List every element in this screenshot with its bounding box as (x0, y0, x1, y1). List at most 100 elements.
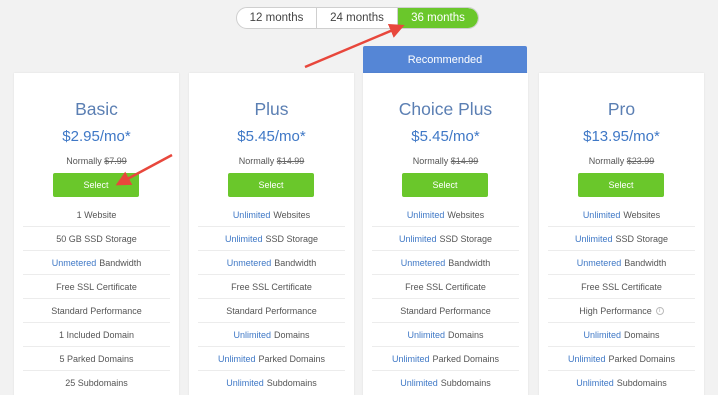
feature-item: 25 Subdomains (23, 371, 170, 395)
feature-text: 5 Parked Domains (59, 353, 134, 364)
normal-price-line: Normally $23.99 (539, 156, 704, 166)
feature-list: Unlimited Websites Unlimited SSD Storage Unm… (198, 203, 345, 395)
feature-item: Unlimited Domains (548, 323, 695, 347)
plan-price: $2.95/mo* (62, 128, 131, 145)
feature-highlight: Unlimited (567, 353, 606, 364)
plan-name: Choice Plus (398, 99, 493, 119)
feature-text: Domains (448, 329, 484, 340)
feature-item: 1 Included Domain (23, 323, 170, 347)
feature-text: Parked Domains (258, 353, 326, 364)
feature-item: Unlimited Subdomains (372, 371, 519, 395)
feature-text: Parked Domains (432, 353, 500, 364)
normal-price: $23.99 (626, 156, 655, 166)
normal-price-line: Normally $7.99 (14, 156, 179, 166)
feature-text: Domains (274, 329, 310, 340)
feature-text: Bandwidth (448, 257, 491, 268)
feature-list: Unlimited Websites Unlimited SSD Storage Unm… (372, 203, 519, 395)
feature-text: Free SSL Certificate (56, 281, 137, 292)
normally-label: Normally (412, 156, 449, 166)
feature-text: Standard Performance (226, 305, 317, 316)
feature-text: Bandwidth (99, 257, 142, 268)
select-button-basic[interactable]: Select (53, 173, 139, 197)
select-button-pro[interactable]: Select (578, 173, 664, 197)
feature-text: Parked Domains (608, 353, 676, 364)
info-icon[interactable]: i (655, 306, 664, 315)
normal-price-line: Normally $14.99 (363, 156, 528, 166)
plan-card-plus: Plus $5.45/mo* Normally $14.99 Select Unlimi… (189, 73, 354, 395)
term-24-months[interactable]: 24 months (317, 8, 398, 28)
feature-item: Unlimited Parked Domains (372, 347, 519, 371)
feature-item: Unlimited Websites (372, 203, 519, 227)
feature-item: Free SSL Certificate (198, 275, 345, 299)
feature-item: Unlimited SSD Storage (372, 227, 519, 251)
plan-name: Pro (607, 99, 636, 119)
feature-text: Standard Performance (51, 305, 142, 316)
plan-price: $5.45/mo* (411, 128, 480, 145)
plan-card-choice-plus: Choice Plus $5.45/mo* Normally $14.99 Selec… (363, 73, 528, 395)
plan-price: $5.45/mo* (237, 128, 306, 145)
feature-item: Unlimited Websites (198, 203, 345, 227)
feature-text: 1 Included Domain (58, 329, 135, 340)
feature-highlight: Unlimited (217, 353, 256, 364)
feature-text: 50 GB SSD Storage (56, 233, 137, 244)
term-36-months[interactable]: 36 months (398, 8, 478, 28)
feature-item: Unmetered Bandwidth (198, 251, 345, 275)
feature-highlight: Unlimited (226, 378, 264, 388)
feature-text: Domains (624, 329, 660, 340)
feature-item: 50 GB SSD Storage (23, 227, 170, 251)
normally-label: Normally (588, 156, 625, 166)
select-button-choice-plus[interactable]: Select (402, 173, 488, 197)
normal-price: $14.99 (276, 156, 305, 166)
feature-item: Unlimited Domains (198, 323, 345, 347)
feature-text: Websites (273, 209, 311, 220)
normally-label: Normally (66, 156, 102, 166)
feature-text: Subdomains (616, 378, 667, 388)
feature-item: High Performance i (548, 299, 695, 323)
feature-text: SSD Storage (265, 233, 319, 244)
feature-highlight: Unmetered (576, 257, 622, 268)
feature-text: Bandwidth (624, 257, 667, 268)
feature-item: Unlimited Parked Domains (198, 347, 345, 371)
feature-highlight: Unlimited (391, 353, 430, 364)
feature-text: Free SSL Certificate (581, 281, 662, 292)
feature-item: Unlimited Domains (372, 323, 519, 347)
plan-card-pro: Pro $13.95/mo* Normally $23.99 Select Unlimi… (539, 73, 704, 395)
feature-highlight: Unlimited (576, 378, 614, 388)
feature-highlight: Unlimited (406, 209, 445, 220)
feature-text: Standard Performance (400, 305, 491, 316)
feature-item: Unlimited Websites (548, 203, 695, 227)
plan-name: Plus (254, 99, 289, 119)
feature-item: Free SSL Certificate (23, 275, 170, 299)
select-button-plus[interactable]: Select (228, 173, 314, 197)
feature-highlight: Unlimited (407, 329, 445, 340)
feature-highlight: Unlimited (232, 209, 271, 220)
normal-price: $14.99 (450, 156, 479, 166)
feature-item: Unlimited SSD Storage (548, 227, 695, 251)
feature-highlight: Unlimited (583, 329, 621, 340)
feature-text: Websites (447, 209, 485, 220)
term-toggle: 12 months 24 months 36 months (236, 7, 479, 29)
feature-text: Subdomains (266, 378, 317, 388)
feature-text: Free SSL Certificate (405, 281, 486, 292)
normal-price: $7.99 (104, 156, 127, 166)
feature-item: Standard Performance (23, 299, 170, 323)
term-12-months[interactable]: 12 months (237, 8, 317, 28)
feature-text: Websites (623, 209, 661, 220)
feature-text: 1 Website (76, 209, 117, 220)
feature-list: Unlimited Websites Unlimited SSD Storage Unm… (548, 203, 695, 395)
feature-highlight: Unlimited (574, 233, 613, 244)
feature-highlight: Unmetered (226, 257, 272, 268)
normally-label: Normally (238, 156, 275, 166)
feature-list: 1 Website 50 GB SSD Storage Unmetered Bandw… (23, 203, 170, 395)
feature-text: SSD Storage (615, 233, 669, 244)
feature-highlight: Unlimited (398, 233, 437, 244)
plan-card-basic: Basic $2.95/mo* Normally $7.99 Select 1 Webs… (14, 73, 179, 395)
feature-item: Free SSL Certificate (548, 275, 695, 299)
feature-highlight: Unlimited (224, 233, 263, 244)
feature-item: Unlimited Parked Domains (548, 347, 695, 371)
feature-item: 5 Parked Domains (23, 347, 170, 371)
feature-item: Unmetered Bandwidth (372, 251, 519, 275)
feature-item: Unlimited Subdomains (198, 371, 345, 395)
recommended-badge: Recommended (363, 46, 527, 73)
feature-item: Standard Performance (372, 299, 519, 323)
